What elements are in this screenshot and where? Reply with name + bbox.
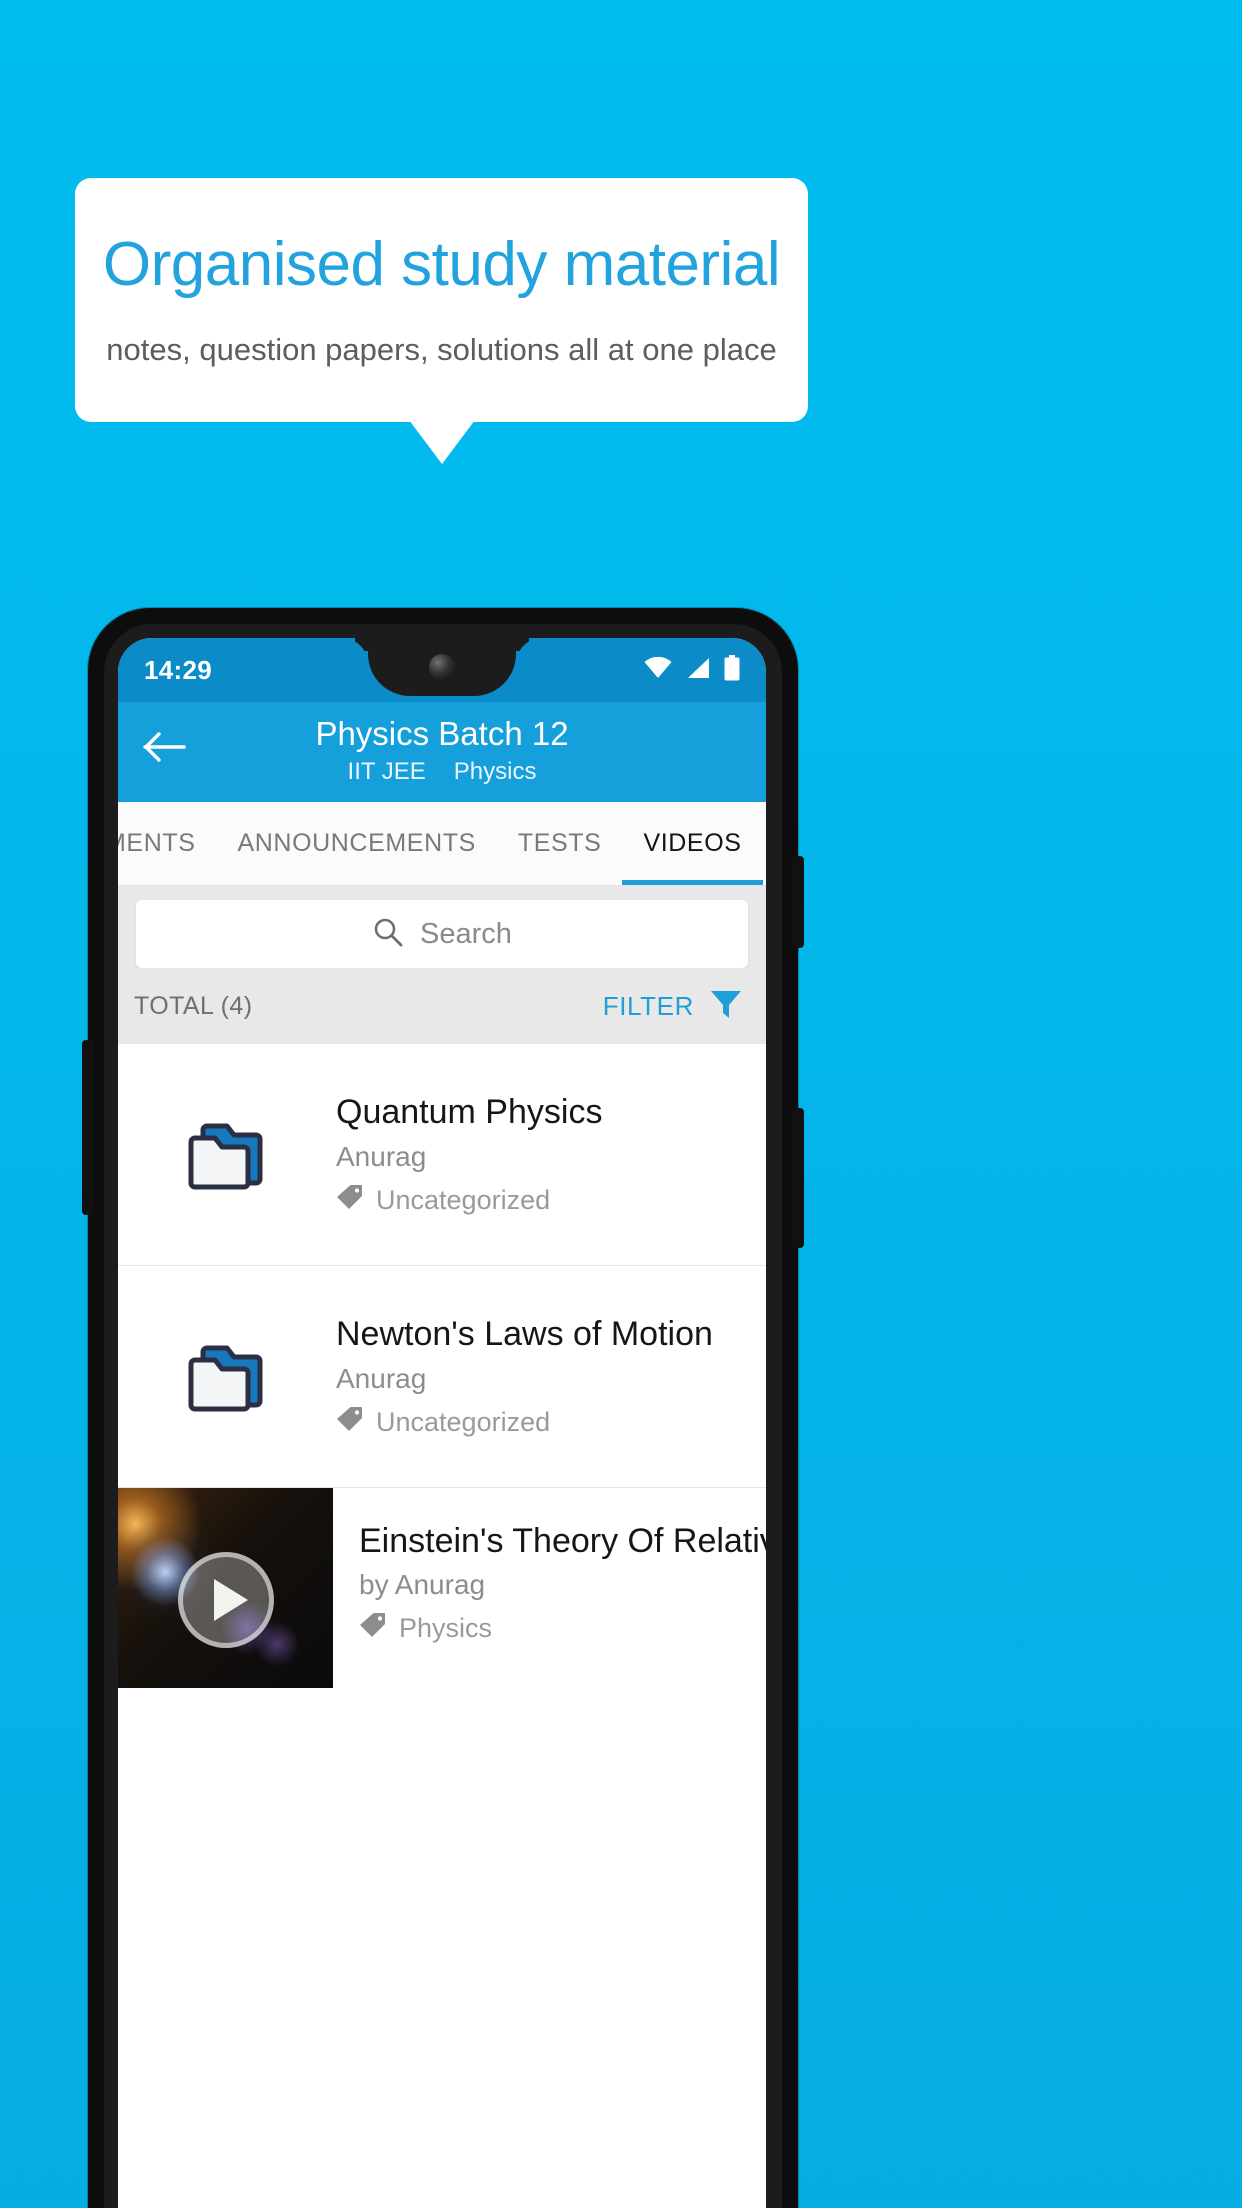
tab-tests-label: TESTS (517, 829, 602, 857)
list-item[interactable]: Newton's Laws of Motion Anurag Uncategor… (118, 1266, 766, 1488)
left-side-button[interactable] (82, 1040, 94, 1215)
list-item[interactable]: Einstein's Theory Of Relativity by Anura… (118, 1488, 766, 1688)
list-item-texts: Einstein's Theory Of Relativity by Anura… (333, 1488, 766, 1688)
tab-assignments-label: MENTS (118, 829, 196, 857)
search-input[interactable]: Search (136, 900, 748, 968)
play-icon[interactable] (177, 1552, 274, 1648)
list-item-tag-label: Uncategorized (376, 1407, 551, 1438)
breadcrumb-subject: Physics (453, 758, 537, 786)
phone-mockup: 14:29 Physics Batch 12 IIT JEE Physics E… (82, 608, 804, 2208)
list-item-tag: Physics (359, 1611, 754, 1646)
app-bar-titles: Physics Batch 12 IIT JEE Physics (118, 715, 766, 786)
arrow-left-icon (143, 730, 187, 769)
search-placeholder: Search (420, 917, 512, 950)
battery-icon (724, 654, 740, 686)
list-item-tag-label: Physics (399, 1613, 493, 1643)
back-button[interactable] (138, 722, 192, 776)
breadcrumb-exam: IIT JEE (347, 758, 426, 786)
tab-bar[interactable]: MENTS ANNOUNCEMENTS TESTS VIDEOS (118, 802, 766, 886)
front-camera (429, 654, 455, 680)
tab-videos[interactable]: VIDEOS (622, 802, 763, 885)
list-item-author: Anurag (336, 1141, 427, 1173)
tag-icon (336, 1183, 364, 1218)
volume-button[interactable] (792, 1108, 804, 1248)
filter-label: FILTER (602, 990, 694, 1021)
folders-icon (118, 1338, 336, 1416)
phone-screen: 14:29 Physics Batch 12 IIT JEE Physics E… (118, 638, 766, 2208)
list-item-author: Anurag (336, 1363, 427, 1395)
folders-icon (118, 1116, 336, 1194)
list-header: TOTAL (4) FILTER (118, 968, 766, 1044)
list-item-texts: Newton's Laws of Motion Anurag Uncategor… (336, 1313, 766, 1441)
list-item-texts: Quantum Physics Anurag Uncategorized (336, 1091, 766, 1219)
callout-card: Organised study material notes, question… (75, 178, 808, 422)
callout-tail (409, 420, 475, 464)
tab-announcements-label: ANNOUNCEMENTS (237, 829, 476, 857)
search-icon (372, 916, 404, 953)
tag-icon (359, 1611, 387, 1646)
tag-icon (336, 1405, 364, 1440)
list-item-title: Einstein's Theory Of Relativity (359, 1522, 766, 1560)
tab-tests[interactable]: TESTS (497, 802, 623, 885)
cellular-signal-icon (686, 657, 710, 684)
funnel-icon (708, 986, 744, 1027)
search-area: Search (118, 886, 766, 968)
wifi-icon (644, 656, 672, 684)
breadcrumb: IIT JEE Physics (348, 758, 537, 786)
tab-assignments[interactable]: MENTS (118, 802, 217, 885)
total-count-label: TOTAL (4) (134, 991, 253, 1020)
status-time: 14:29 (144, 654, 212, 685)
list-item-title: Quantum Physics (336, 1092, 603, 1131)
tab-videos-label: VIDEOS (643, 829, 742, 857)
list-item-tag: Uncategorized (336, 1405, 750, 1440)
list-item-author: by Anurag (359, 1569, 486, 1600)
power-button[interactable] (792, 856, 804, 948)
filter-button[interactable]: FILTER (603, 986, 744, 1027)
tab-announcements[interactable]: ANNOUNCEMENTS (217, 802, 497, 885)
app-bar: Physics Batch 12 IIT JEE Physics (118, 702, 766, 802)
list-item-tag: Uncategorized (336, 1183, 750, 1218)
callout-title: Organised study material (102, 230, 781, 300)
page-title: Physics Batch 12 (315, 715, 569, 752)
notch (368, 638, 516, 696)
status-bar: 14:29 (118, 638, 766, 702)
status-icons (644, 654, 740, 686)
list-item[interactable]: Quantum Physics Anurag Uncategorized (118, 1044, 766, 1266)
video-thumbnail[interactable] (118, 1488, 333, 1688)
content-list: Quantum Physics Anurag Uncategorized New… (118, 1044, 766, 1688)
list-item-tag-label: Uncategorized (376, 1185, 551, 1216)
list-item-title: Newton's Laws of Motion (336, 1314, 713, 1353)
callout-subtitle: notes, question papers, solutions all at… (106, 331, 777, 367)
